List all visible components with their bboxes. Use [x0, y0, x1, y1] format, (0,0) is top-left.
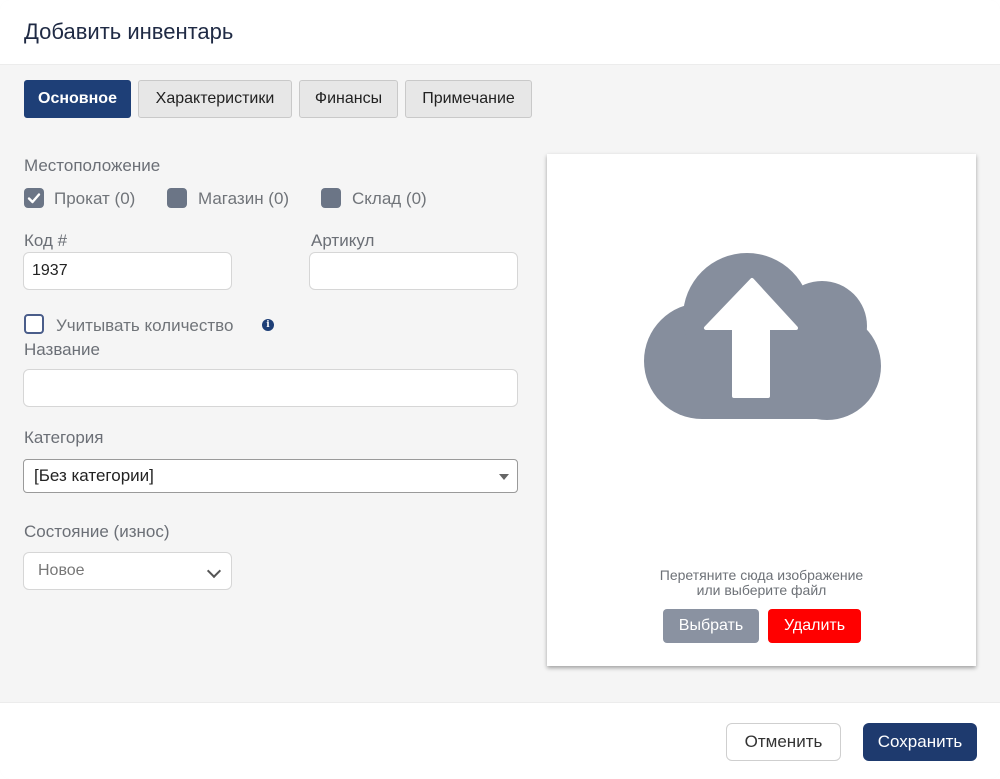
image-dropzone[interactable]: Перетяните сюда изображение или выберите… [547, 154, 976, 666]
location-shop-checkbox[interactable] [167, 188, 187, 208]
category-select[interactable]: [Без категории] [23, 459, 518, 493]
tab-finances[interactable]: Финансы [299, 80, 398, 118]
name-input[interactable] [23, 369, 518, 407]
condition-select[interactable]: Новое [23, 552, 232, 590]
track-quantity-checkbox[interactable] [24, 314, 44, 334]
condition-selected-value: Новое [38, 562, 85, 579]
tab-characteristics[interactable]: Характеристики [138, 80, 292, 118]
category-selected-value: [Без категории] [34, 466, 154, 485]
dialog-footer: Отменить Сохранить [0, 702, 1000, 779]
code-input[interactable]: 1937 [23, 252, 232, 290]
category-label: Категория [24, 428, 104, 447]
save-button[interactable]: Сохранить [863, 723, 977, 761]
dropzone-hint-line1: Перетяните сюда изображение [659, 567, 864, 583]
location-warehouse-checkbox[interactable] [321, 188, 341, 208]
location-rental-label: Прокат (0) [54, 189, 136, 208]
track-quantity-label: Учитывать количество [56, 316, 234, 335]
choose-file-button[interactable]: Выбрать [663, 609, 759, 643]
tab-basic[interactable]: Основное [24, 80, 131, 118]
cloud-upload-icon [644, 253, 881, 420]
code-label: Код # [24, 231, 68, 250]
dialog-title: Добавить инвентарь [24, 19, 234, 44]
dialog-header: Добавить инвентарь [0, 0, 1000, 65]
location-rental-checkbox[interactable] [24, 188, 44, 208]
article-label: Артикул [311, 231, 375, 250]
location-shop-label: Магазин (0) [198, 189, 290, 208]
article-input[interactable] [309, 252, 518, 290]
cancel-button[interactable]: Отменить [726, 723, 841, 761]
delete-image-button[interactable]: Удалить [768, 609, 861, 643]
checkmark-icon [27, 193, 41, 204]
name-label: Название [24, 340, 100, 359]
chevron-down-icon [206, 563, 222, 579]
add-inventory-dialog: Добавить инвентарь Основное Характеристи… [0, 0, 1000, 779]
location-label: Местоположение [24, 156, 161, 175]
tab-notes[interactable]: Примечание [405, 80, 532, 118]
location-warehouse-label: Склад (0) [352, 189, 427, 208]
condition-label: Состояние (износ) [24, 522, 170, 541]
caret-down-icon [499, 474, 509, 480]
info-icon[interactable]: i [262, 319, 274, 331]
dropzone-hint-line2: или выберите файл [696, 582, 827, 598]
